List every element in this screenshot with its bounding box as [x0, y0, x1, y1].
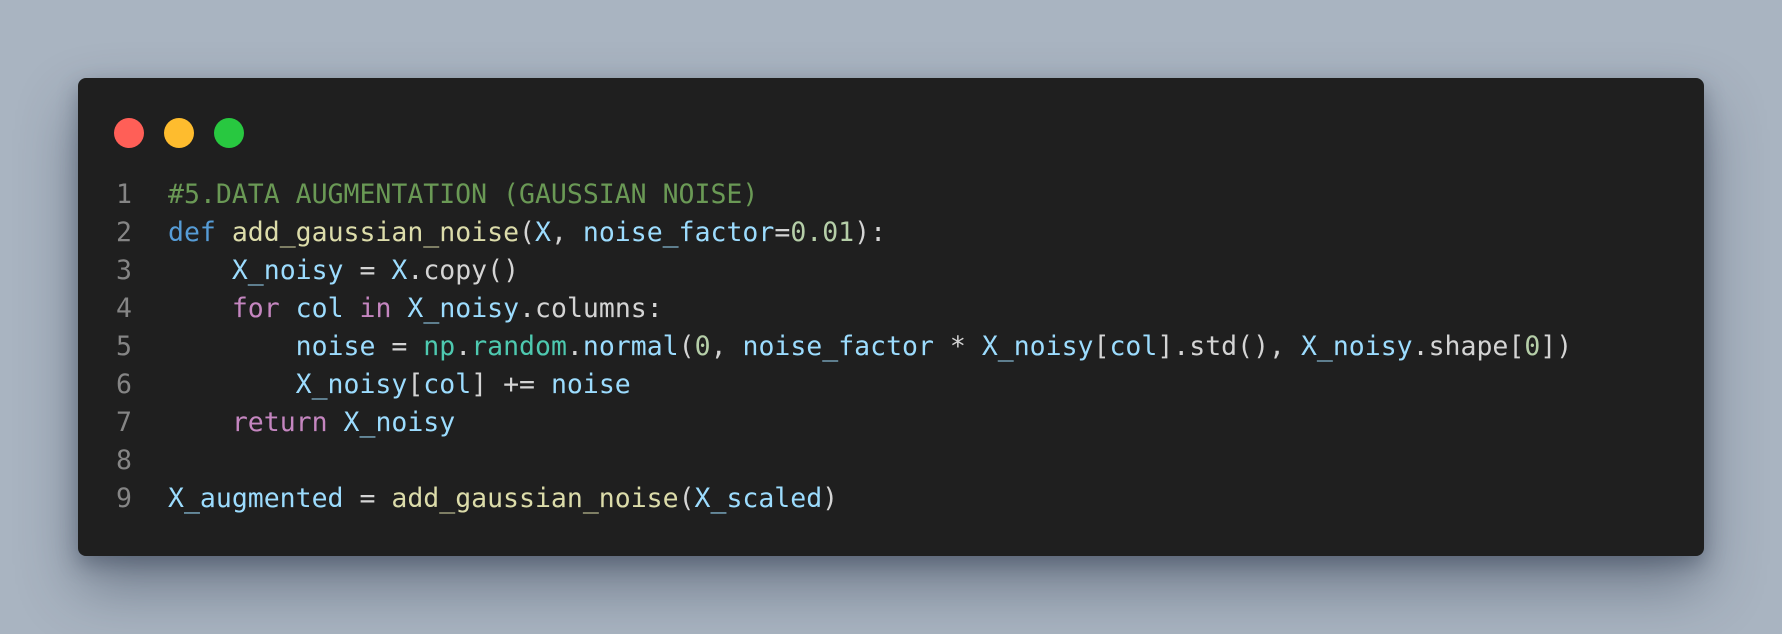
- code-line: 6 X_noisy[col] += noise: [78, 366, 1704, 404]
- line-number: 9: [116, 483, 132, 514]
- line-number: 2: [116, 217, 132, 248]
- code-token: =: [375, 331, 424, 362]
- code-token: col: [423, 369, 472, 400]
- code-token: ] +=: [471, 369, 551, 400]
- code-token: noise_factor: [742, 331, 934, 362]
- code-line: 7 return X_noisy: [78, 404, 1704, 442]
- code-token: ].std(),: [1157, 331, 1301, 362]
- code-window: 1 #5.DATA AUGMENTATION (GAUSSIAN NOISE) 2 d…: [78, 78, 1704, 556]
- code-token: #5.DATA AUGMENTATION (GAUSSIAN NOISE): [168, 179, 759, 210]
- code-token: [: [407, 369, 424, 400]
- code-token: return: [231, 407, 328, 438]
- code-line: 3 X_noisy = X.copy(): [78, 252, 1704, 290]
- line-number: 8: [116, 445, 132, 476]
- code-token: .: [566, 331, 583, 362]
- maximize-button[interactable]: [214, 118, 244, 148]
- line-code: #5.DATA AUGMENTATION (GAUSSIAN NOISE): [132, 176, 758, 214]
- code-token: X: [535, 217, 551, 248]
- code-token: 0: [1524, 331, 1541, 362]
- code-token: (: [678, 331, 695, 362]
- code-token: .copy(): [407, 255, 520, 286]
- code-token: [: [1093, 331, 1110, 362]
- line-code: X_augmented = add_gaussian_noise(X_scale…: [132, 480, 838, 518]
- code-line: 1 #5.DATA AUGMENTATION (GAUSSIAN NOISE): [78, 176, 1704, 214]
- code-token: X_noisy: [295, 369, 408, 400]
- code-token: ,: [550, 217, 583, 248]
- code-token: =: [774, 217, 791, 248]
- code-token: in: [359, 293, 392, 324]
- code-token: def: [168, 217, 216, 248]
- code-line: 9 X_augmented = add_gaussian_noise(X_scal…: [78, 480, 1704, 518]
- code-line: 4 for col in X_noisy.columns:: [78, 290, 1704, 328]
- code-line: 5 noise = np.random.normal(0, noise_fact…: [78, 328, 1704, 366]
- line-code: X_noisy = X.copy(): [132, 252, 519, 290]
- code-token: ,: [710, 331, 743, 362]
- code-token: ]): [1540, 331, 1573, 362]
- line-number: 7: [116, 407, 132, 438]
- code-token: noise_factor: [582, 217, 775, 248]
- minimize-button[interactable]: [164, 118, 194, 148]
- code-token: X_noisy: [343, 407, 456, 438]
- code-token: ):: [854, 217, 887, 248]
- line-code: def add_gaussian_noise(X, noise_factor=0…: [132, 214, 886, 252]
- code-token: (: [678, 483, 695, 514]
- line-number: 3: [116, 255, 132, 286]
- code-token: .shape[: [1412, 331, 1525, 362]
- window-controls: [114, 118, 244, 148]
- code-token: random: [471, 331, 567, 362]
- code-token: for: [231, 293, 280, 324]
- code-token: ): [822, 483, 839, 514]
- code-token: np: [423, 331, 456, 362]
- code-line: 8: [78, 442, 1704, 480]
- code-token: add_gaussian_noise: [391, 483, 679, 514]
- code-token: X_scaled: [694, 483, 823, 514]
- code-token: noise: [295, 331, 376, 362]
- code-token: X: [391, 255, 408, 286]
- code-token: X_noisy: [981, 331, 1094, 362]
- line-code: noise = np.random.normal(0, noise_factor…: [132, 328, 1573, 366]
- code-token: col: [1109, 331, 1158, 362]
- code-token: =: [343, 483, 392, 514]
- code-token: noise: [550, 369, 631, 400]
- code-token: *: [933, 331, 982, 362]
- line-code: return X_noisy: [132, 404, 455, 442]
- code-token: X_noisy: [1300, 331, 1413, 362]
- code-token: X_augmented: [168, 483, 344, 514]
- line-number: 1: [116, 179, 132, 210]
- code-token: X_noisy: [231, 255, 344, 286]
- code-token: add_gaussian_noise: [231, 217, 520, 248]
- code-token: =: [343, 255, 392, 286]
- close-button[interactable]: [114, 118, 144, 148]
- code-token: 0.01: [790, 217, 855, 248]
- line-number: 6: [116, 369, 132, 400]
- line-code: X_noisy[col] += noise: [132, 366, 631, 404]
- code-token: .columns:: [519, 293, 663, 324]
- code-token: (: [519, 217, 535, 248]
- code-token: .: [455, 331, 472, 362]
- code-token: 0: [694, 331, 711, 362]
- code-token: normal: [582, 331, 679, 362]
- line-code: for col in X_noisy.columns:: [132, 290, 663, 328]
- code-token: col: [295, 293, 344, 324]
- code-line: 2 def add_gaussian_noise(X, noise_factor=…: [78, 214, 1704, 252]
- code-block: 1 #5.DATA AUGMENTATION (GAUSSIAN NOISE) 2 d…: [78, 176, 1704, 518]
- line-number: 4: [116, 293, 132, 324]
- code-token: X_noisy: [407, 293, 520, 324]
- line-number: 5: [116, 331, 132, 362]
